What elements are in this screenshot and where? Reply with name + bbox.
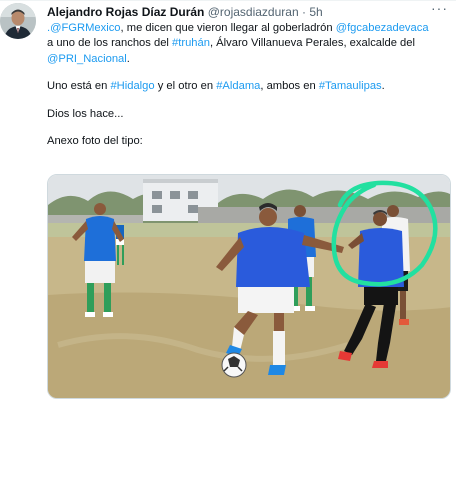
tweet[interactable]: Alejandro Rojas Díaz Durán @rojasdiazdur… [0, 0, 456, 492]
author-name[interactable]: Alejandro Rojas Díaz Durán [47, 5, 204, 19]
tweet-text: .@FGRMexico, me dicen que vieron llegar … [47, 21, 447, 149]
tweet-text-segment: y el otro en [154, 80, 217, 93]
tweet-text-segment: , me dicen que vieron llegar al goberlad… [120, 22, 336, 34]
tweet-paragraph-1: .@FGRMexico, me dicen que vieron llegar … [47, 21, 447, 67]
more-options-icon[interactable]: ··· [431, 1, 448, 15]
tweet-text-segment: Uno está en [47, 80, 111, 93]
tweet-timestamp[interactable]: 5h [309, 5, 322, 19]
tweet-text-segment: , ambos en [260, 80, 319, 93]
tweet-photo[interactable] [47, 174, 451, 399]
tweet-text-segment: , Álvaro Villanueva Perales, exalcalde d… [209, 37, 415, 50]
hashtag-hidalgo[interactable]: #Hidalgo [110, 80, 154, 92]
tweet-text-segment: . [126, 52, 130, 65]
mention-fgcabezadevaca[interactable]: @fgcabezadevaca [336, 22, 429, 34]
tweet-paragraph-2: Uno está en #Hidalgo y el otro en #Aldam… [47, 79, 447, 94]
hashtag-truhan[interactable]: #truhán [172, 37, 210, 49]
tweet-text-segment: . [381, 80, 385, 93]
author-handle[interactable]: @rojasdiazduran [208, 5, 299, 19]
avatar[interactable] [0, 3, 36, 39]
tweet-paragraph-4: Anexo foto del tipo: [47, 135, 143, 148]
mention-fgrmexico[interactable]: .@FGRMexico [47, 22, 121, 34]
hashtag-tamaulipas[interactable]: #Tamaulipas [319, 80, 382, 92]
tweet-text-segment: a uno de los ranchos del [47, 37, 173, 50]
tweet-paragraph-3: Dios los hace... [47, 107, 124, 120]
mention-pri-nacional[interactable]: @PRI_Nacional [47, 53, 127, 65]
tweet-header: Alejandro Rojas Díaz Durán @rojasdiazdur… [47, 3, 426, 21]
hashtag-aldama[interactable]: #Aldama [216, 80, 260, 92]
header-separator: · [301, 5, 306, 19]
